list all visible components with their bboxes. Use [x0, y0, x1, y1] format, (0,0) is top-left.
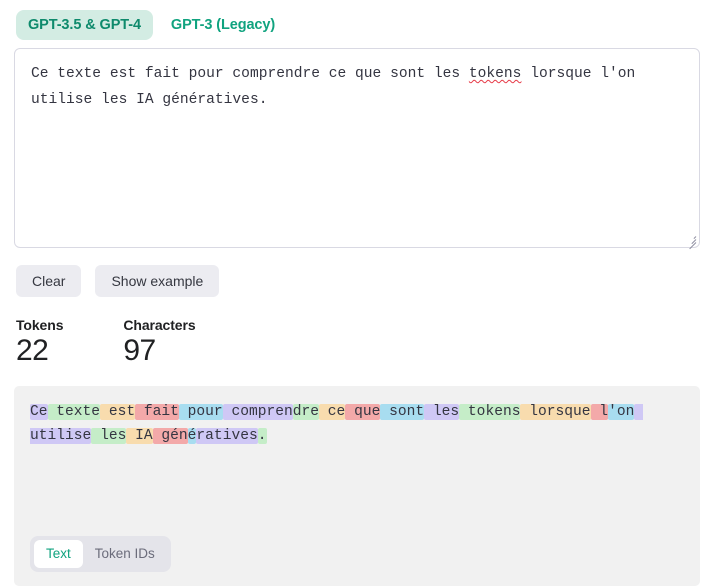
show-example-button[interactable]: Show example — [95, 265, 220, 297]
token-chip: texte — [47, 404, 101, 420]
token-chip: pour — [178, 404, 223, 420]
token-chip: tokens — [459, 404, 521, 420]
token-chip: les — [424, 404, 460, 420]
model-tab-gpt35-gpt4[interactable]: GPT-3.5 & GPT-4 — [16, 9, 153, 40]
token-chip: ce — [319, 404, 346, 420]
editor-wrapper: Ce texte est fait pour comprendre ce que… — [14, 48, 700, 250]
stats-row: Tokens 22 Characters 97 — [16, 317, 714, 368]
stat-tokens-label: Tokens — [16, 317, 64, 333]
token-chip: Ce — [30, 404, 48, 420]
token-chip: fait — [135, 404, 179, 420]
token-chip: que — [345, 404, 381, 420]
token-chip: les — [91, 428, 127, 444]
stat-characters-label: Characters — [123, 317, 196, 333]
token-chip: ratives — [196, 428, 258, 444]
token-chip: l — [590, 404, 609, 420]
token-chip: dre — [292, 404, 320, 420]
token-chip: . — [257, 428, 267, 444]
stat-characters-value: 97 — [123, 334, 156, 367]
token-chip: 'on — [608, 404, 635, 420]
tab-token-ids[interactable]: Token IDs — [83, 540, 167, 568]
prompt-textarea[interactable]: Ce texte est fait pour comprendre ce que… — [14, 48, 700, 248]
editor-misspelled-word: tokens — [468, 66, 522, 82]
token-chip: IA — [126, 428, 153, 444]
textarea-resize-handle[interactable] — [684, 232, 698, 250]
model-tab-bar: GPT-3.5 & GPT-4 GPT-3 (Legacy) — [0, 0, 714, 40]
stat-tokens-value: 22 — [16, 334, 49, 367]
tokenized-text: Ce texte est fait pour comprendre ce que… — [30, 400, 684, 448]
model-tab-gpt3-legacy[interactable]: GPT-3 (Legacy) — [159, 10, 287, 40]
token-chip: lorsque — [520, 404, 591, 420]
editor-text-start: Ce texte est fait pour comprendre ce que… — [31, 66, 469, 82]
tokenizer-app: GPT-3.5 & GPT-4 GPT-3 (Legacy) Ce texte … — [0, 0, 714, 586]
output-view-tabs: Text Token IDs — [30, 536, 171, 572]
stat-tokens: Tokens 22 — [16, 317, 63, 368]
tab-text[interactable]: Text — [34, 540, 83, 568]
token-chip: gén — [152, 428, 188, 444]
token-chip: compren — [222, 404, 293, 420]
token-chip: est — [100, 404, 136, 420]
token-chip: sont — [380, 404, 425, 420]
stat-characters: Characters 97 — [123, 317, 195, 368]
token-output-panel: Ce texte est fait pour comprendre ce que… — [14, 386, 700, 586]
action-button-row: Clear Show example — [16, 265, 714, 297]
clear-button[interactable]: Clear — [16, 265, 82, 297]
